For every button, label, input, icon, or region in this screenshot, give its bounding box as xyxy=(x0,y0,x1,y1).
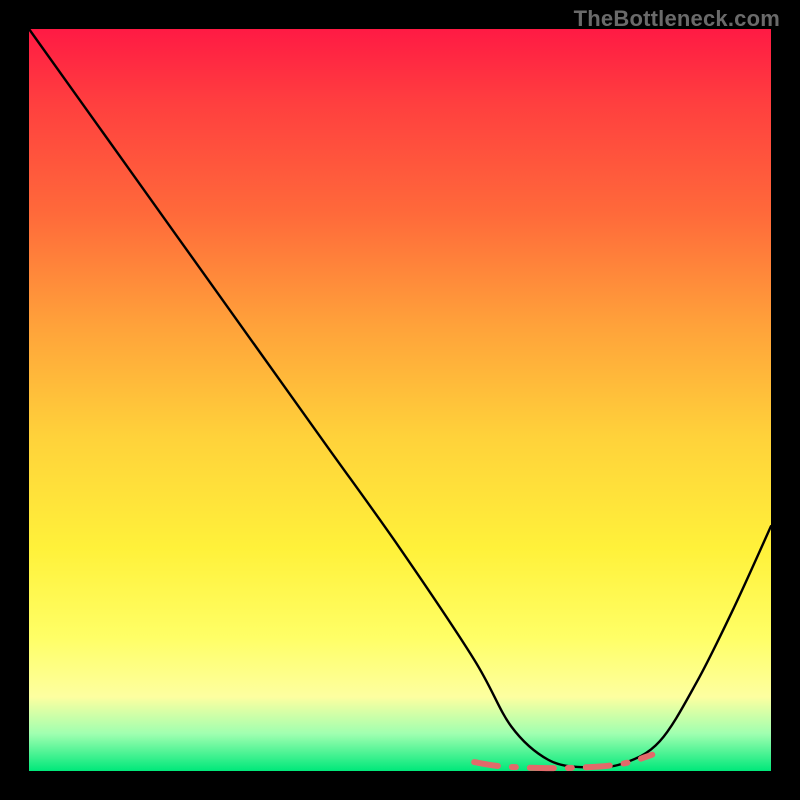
bottleneck-curve xyxy=(29,29,771,768)
curve-layer xyxy=(29,29,771,771)
chart-frame: TheBottleneck.com xyxy=(0,0,800,800)
plot-area xyxy=(29,29,771,771)
